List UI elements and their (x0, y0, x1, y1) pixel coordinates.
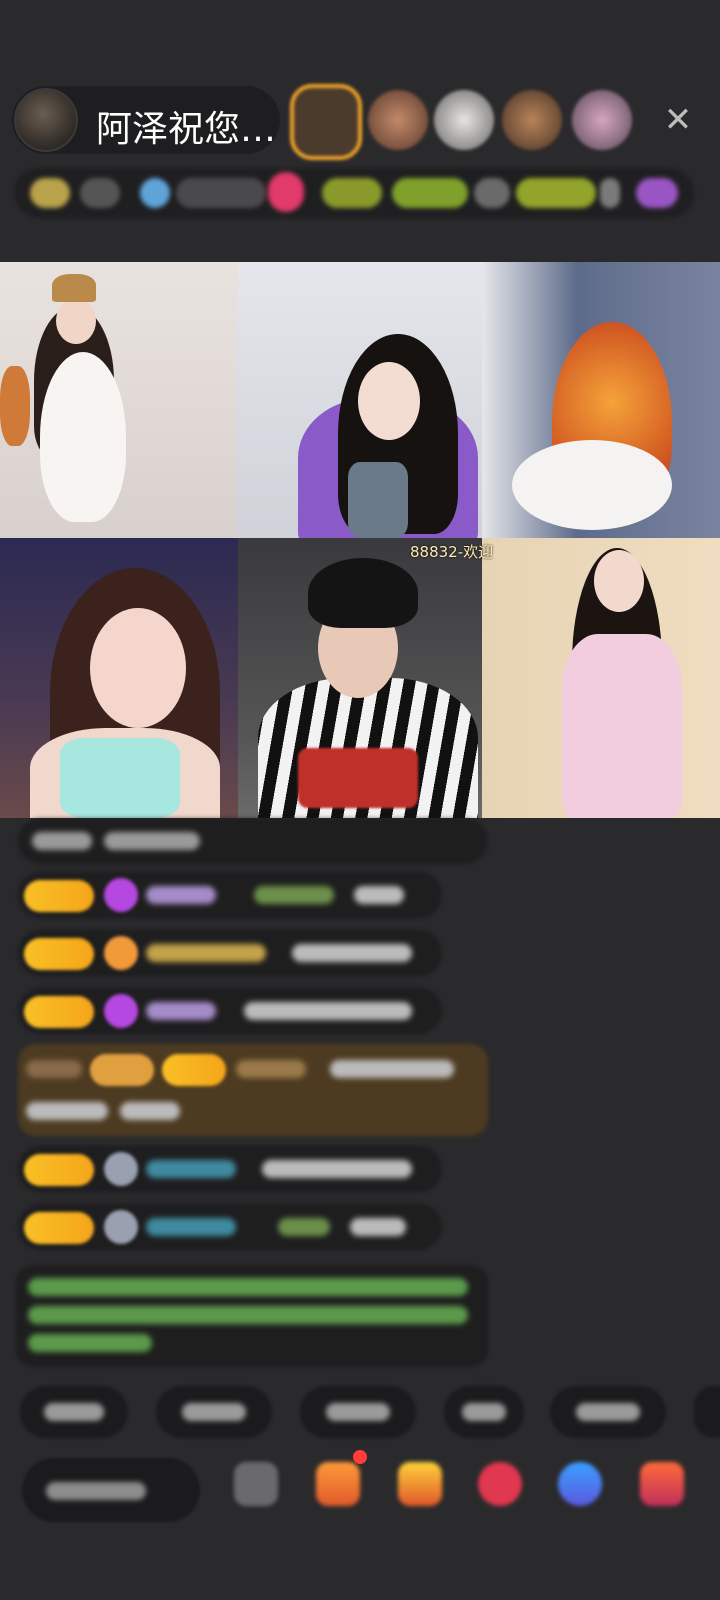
fan-badge (90, 1054, 154, 1086)
quick-reply-chip[interactable] (444, 1386, 524, 1438)
tag-chip[interactable] (30, 178, 70, 208)
chat-text (254, 886, 334, 904)
chat-text (26, 1102, 108, 1120)
more-icon[interactable] (558, 1462, 602, 1506)
tag-chip[interactable] (516, 178, 596, 208)
chat-text (244, 1002, 412, 1020)
quick-reply-chip[interactable] (550, 1386, 666, 1438)
video-tile-5[interactable] (238, 538, 482, 818)
host-avatar[interactable] (14, 88, 78, 152)
fan-badge (24, 1154, 94, 1186)
game-icon[interactable] (478, 1462, 522, 1506)
level-icon (104, 936, 138, 970)
viewer-avatar-3[interactable] (434, 90, 494, 150)
chat-text (104, 832, 200, 850)
chat-text (32, 832, 92, 850)
chat-input[interactable] (22, 1458, 200, 1522)
system-notice-line (28, 1306, 468, 1324)
tag-chip[interactable] (322, 178, 382, 208)
viewer-avatar-top1[interactable] (290, 84, 362, 160)
tag-chip[interactable] (80, 178, 120, 208)
tag-chip[interactable] (636, 178, 678, 208)
chat-username[interactable] (146, 1218, 236, 1236)
notification-dot (353, 1450, 367, 1464)
gift-box-icon[interactable] (640, 1462, 684, 1506)
chat-username[interactable] (146, 944, 266, 962)
system-notice-line (28, 1278, 468, 1296)
chat-message-highlight[interactable] (18, 1044, 488, 1136)
close-icon[interactable]: ✕ (660, 100, 696, 140)
level-icon (104, 1152, 138, 1186)
viewer-avatar-2[interactable] (368, 90, 428, 150)
video-tile-6[interactable] (482, 538, 720, 818)
viewer-avatar-4[interactable] (502, 90, 562, 150)
tag-chip[interactable] (176, 178, 266, 208)
fan-badge (162, 1054, 226, 1086)
fan-badge (24, 938, 94, 970)
chat-text (292, 944, 412, 962)
video-tile-3[interactable] (482, 262, 720, 538)
chat-text (354, 886, 404, 904)
quick-reply-chip[interactable] (156, 1386, 272, 1438)
video-tile-4[interactable] (0, 538, 238, 818)
fan-badge (24, 880, 94, 912)
video-tile-1[interactable] (0, 262, 238, 538)
level-icon (104, 878, 138, 912)
system-notice-line (28, 1334, 152, 1352)
level-icon (104, 994, 138, 1028)
tag-chip[interactable] (600, 178, 620, 208)
level-icon (104, 1210, 138, 1244)
chat-username[interactable] (236, 1060, 306, 1078)
chat-username[interactable] (146, 1002, 216, 1020)
fan-badge (24, 1212, 94, 1244)
multi-guest-video-grid (0, 262, 720, 818)
host-name[interactable]: 阿泽祝您… (96, 100, 276, 152)
tag-chip[interactable] (474, 178, 510, 208)
quick-reply-chip[interactable] (20, 1386, 128, 1438)
video-overlay-text: 88832-欢迎 (410, 543, 494, 561)
viewer-avatar-5[interactable] (572, 90, 632, 150)
emoji-icon[interactable] (234, 1462, 278, 1506)
tag-chip[interactable] (268, 172, 304, 212)
chat-text (262, 1160, 412, 1178)
tag-chip[interactable] (392, 178, 468, 208)
chat-username[interactable] (146, 1160, 236, 1178)
tag-chip[interactable] (140, 178, 170, 208)
fan-badge (24, 996, 94, 1028)
chat-username[interactable] (146, 886, 216, 904)
gift-icon[interactable] (316, 1462, 360, 1506)
chat-text (350, 1218, 406, 1236)
chat-text (278, 1218, 330, 1236)
quick-reply-chip[interactable] (694, 1386, 720, 1438)
chat-text (330, 1060, 454, 1078)
chat-text (120, 1102, 180, 1120)
quick-reply-chip[interactable] (300, 1386, 416, 1438)
fan-icon[interactable] (398, 1462, 442, 1506)
video-tile-2[interactable] (238, 262, 482, 538)
chat-text (26, 1060, 82, 1078)
